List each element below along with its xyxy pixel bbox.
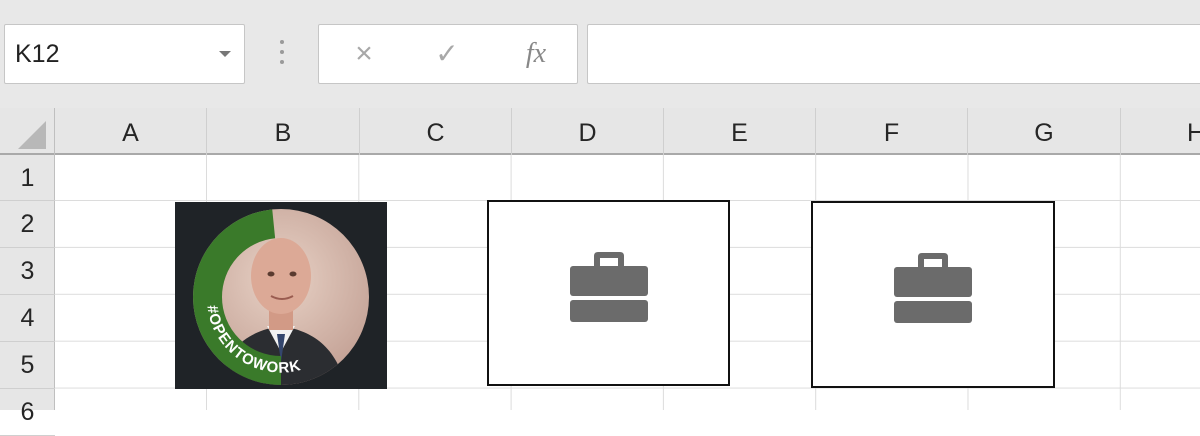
briefcase-icon xyxy=(570,252,648,322)
chevron-down-icon[interactable] xyxy=(219,51,231,57)
profile-photo[interactable]: #OPENTOWORK xyxy=(175,202,387,389)
column-header-h[interactable]: H xyxy=(1121,108,1200,155)
select-all-button[interactable] xyxy=(0,108,55,155)
row-header-6[interactable]: 6 xyxy=(0,389,55,436)
enter-icon[interactable]: ✓ xyxy=(417,25,477,83)
row-header-2[interactable]: 2 xyxy=(0,201,55,248)
row-headers: 1 2 3 4 5 6 xyxy=(0,155,55,436)
row-header-3[interactable]: 3 xyxy=(0,248,55,295)
column-header-b[interactable]: B xyxy=(207,108,360,155)
column-header-g[interactable]: G xyxy=(968,108,1121,155)
select-all-triangle-icon xyxy=(18,121,46,149)
column-header-e[interactable]: E xyxy=(664,108,816,155)
column-header-f[interactable]: F xyxy=(816,108,968,155)
row-header-4[interactable]: 4 xyxy=(0,295,55,342)
row-header-1[interactable]: 1 xyxy=(0,155,55,201)
profile-photo-graphic: #OPENTOWORK xyxy=(193,209,369,385)
more-vertical-icon[interactable] xyxy=(276,40,288,72)
image-placeholder-1[interactable] xyxy=(487,200,730,386)
column-headers: A B C D E F G H xyxy=(0,108,1200,155)
image-placeholder-2[interactable] xyxy=(811,201,1055,388)
cancel-icon[interactable]: × xyxy=(334,25,394,83)
column-header-d[interactable]: D xyxy=(512,108,664,155)
briefcase-icon xyxy=(894,253,972,323)
name-box-value: K12 xyxy=(15,40,60,68)
column-header-a[interactable]: A xyxy=(55,108,207,155)
column-header-c[interactable]: C xyxy=(360,108,512,155)
formula-buttons: × ✓ fx xyxy=(318,24,578,84)
insert-function-button[interactable]: fx xyxy=(506,25,566,83)
row-header-5[interactable]: 5 xyxy=(0,342,55,389)
formula-bar-region: K12 × ✓ fx xyxy=(0,0,1200,108)
name-box[interactable]: K12 xyxy=(4,24,245,84)
formula-input[interactable] xyxy=(587,24,1200,84)
